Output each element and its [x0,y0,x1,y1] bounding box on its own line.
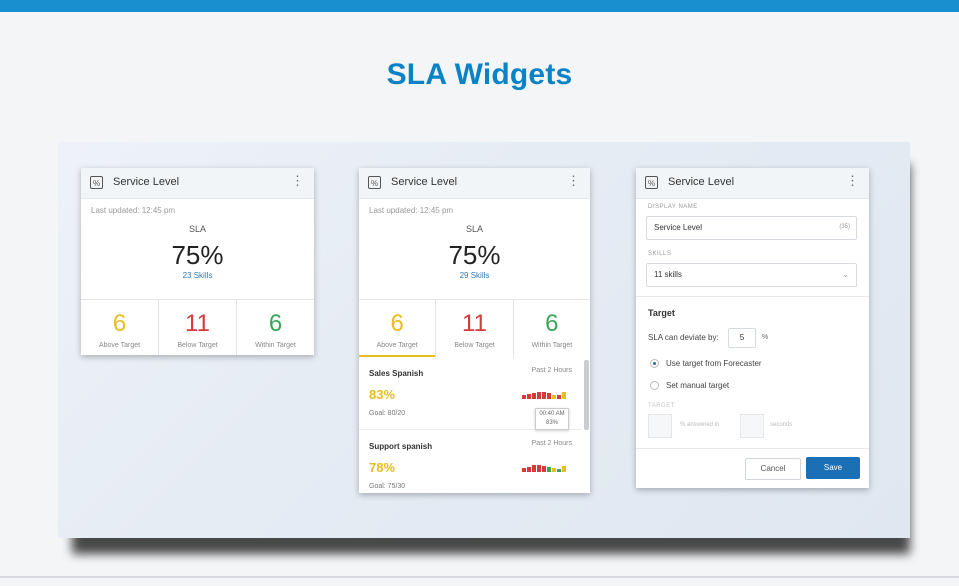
percent-icon: % [368,176,381,189]
stat-label: Above Target [376,342,418,349]
last-updated: Last updated: 12:45 pm [369,206,454,215]
skill-percent: 78% [369,460,396,475]
stat-value: 11 [185,310,210,337]
skills-link[interactable]: 29 Skills [359,271,590,280]
widget-title: Service Level [113,176,180,188]
stats-row: 6 Above Target 11 Below Target 6 Within … [359,299,590,358]
sla-label: SLA [465,224,483,234]
widget-header: % Service Level ⋮ [636,168,869,199]
target-percent-input[interactable] [648,414,672,438]
skills-value: 11 skills [654,270,682,279]
deviate-input[interactable]: 5 [728,328,756,348]
target-section-title: Target [648,308,675,318]
chevron-down-icon: ⌄ [842,270,849,279]
display-name-label: DISPLAY NAME [648,204,698,210]
seconds-label: seconds [770,422,793,428]
stat-value: 6 [545,310,559,337]
skill-goal: Goal: 80/20 [369,410,406,417]
stat-above-target[interactable]: 6 Above Target [81,300,159,355]
stat-label: Below Target [177,342,218,349]
skills-label: SKILLS [648,251,672,257]
stats-row: 6 Above Target 11 Below Target 6 Within … [81,299,314,355]
sla-value: 75% [448,240,501,270]
stat-below-target[interactable]: 11 Below Target [436,300,514,358]
stat-below-target[interactable]: 11 Below Target [159,300,237,355]
radio-manual-target-label: Set manual target [666,381,730,390]
skills-select[interactable]: 11 skills ⌄ [646,263,857,287]
stat-label: Within Target [255,342,296,349]
stat-value: 6 [112,310,127,337]
widget-title: Service Level [668,176,735,188]
display-name-value: Service Level [654,223,703,232]
stat-label: Below Target [454,342,495,349]
skill-name: Support spanish [369,442,433,451]
sparkbar-chart [522,389,574,399]
percent-icon: % [90,176,103,189]
stat-label: Within Target [531,342,573,349]
more-options-icon[interactable]: ⋮ [846,174,859,188]
stat-value: 6 [268,310,283,337]
target-seconds-input[interactable] [740,414,764,438]
scrollbar[interactable] [584,360,589,430]
tooltip-time: 00:40 AM [539,411,565,417]
radio-use-forecaster-label: Use target from Forecaster [666,359,762,368]
last-updated: Last updated: 12:45 pm [91,206,176,215]
sparkbar-chart [522,462,574,472]
widget-service-level-settings: % Service Level ⋮ DISPLAY NAME Service L… [636,168,869,488]
percent-icon: % [645,176,658,189]
divider [636,296,869,297]
stat-label: Above Target [98,342,141,349]
radio-use-forecaster[interactable] [650,359,659,368]
widget-header: % Service Level ⋮ [359,168,590,199]
tooltip-value: 83% [545,420,558,426]
page-title: SLA Widgets [386,58,573,91]
more-options-icon[interactable]: ⋮ [567,174,580,188]
sla-label: SLA [188,224,206,234]
char-count: (35) [839,224,850,230]
deviate-unit: % [762,334,769,341]
answered-in-label: % answered in [680,422,720,428]
skills-link[interactable]: 23 Skills [81,271,314,280]
radio-manual-target[interactable] [650,381,659,390]
more-options-icon[interactable]: ⋮ [291,174,304,188]
display-name-input[interactable]: Service Level (35) [646,216,857,240]
widget-service-level-expanded: % Service Level ⋮ Last updated: 12:45 pm… [359,168,590,493]
widget-service-level-summary: % Service Level ⋮ Last updated: 12:45 pm… [81,168,314,355]
skill-period: Past 2 Hours [531,367,572,374]
skill-name: Sales Spanish [369,369,424,378]
deviate-label: SLA can deviate by: [648,333,719,342]
stat-value: 6 [390,310,404,337]
target-label: TARGET [648,403,675,409]
stat-within-target[interactable]: 6 Within Target [514,300,590,358]
widget-header: % Service Level ⋮ [81,168,314,199]
stat-within-target[interactable]: 6 Within Target [237,300,314,355]
chart-tooltip: 00:40 AM 83% [535,408,569,430]
widget-title: Service Level [391,176,458,188]
top-accent-bar [0,0,959,12]
sla-value: 75% [171,240,224,270]
skill-percent: 83% [369,387,396,402]
divider [636,448,869,449]
cancel-button[interactable]: Cancel [745,458,801,480]
save-button[interactable]: Save [806,457,860,479]
bottom-divider [0,576,959,578]
stat-above-target[interactable]: 6 Above Target [359,300,437,358]
skill-period: Past 2 Hours [531,440,572,447]
skill-item[interactable]: Support spanish 78% Goal: 75/30 Past 2 H… [359,430,582,493]
skill-goal: Goal: 75/30 [369,483,406,490]
stat-value: 11 [462,310,487,337]
